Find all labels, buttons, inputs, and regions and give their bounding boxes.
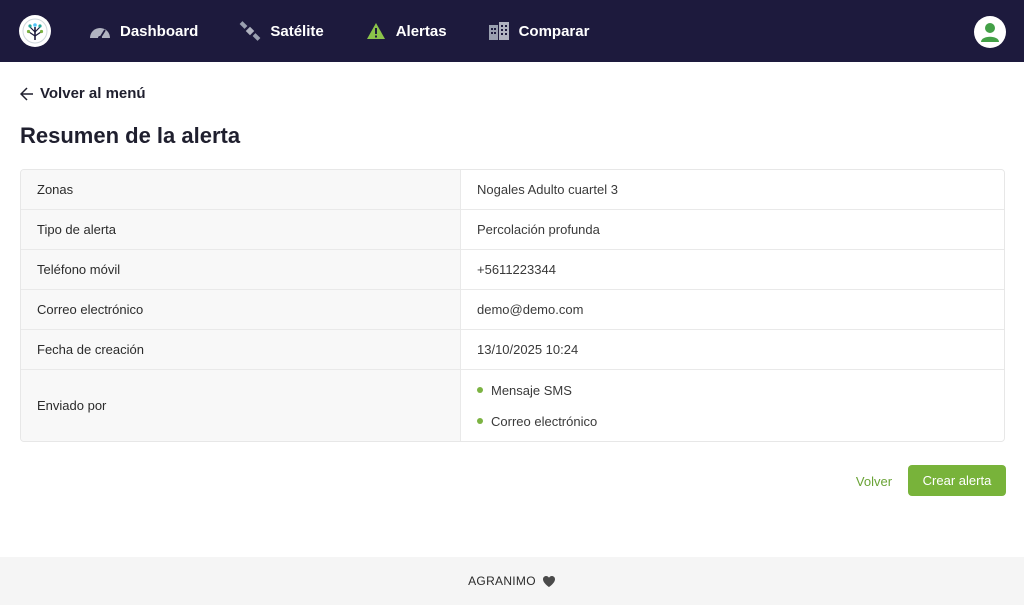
create-alert-button[interactable]: Crear alerta [908,465,1006,496]
sent-by-list: Mensaje SMS Correo electrónico [477,370,597,441]
row-label: Enviado por [21,370,461,441]
summary-row-zonas: Zonas Nogales Adulto cuartel 3 [21,170,1004,210]
top-navbar: Dashboard Satélite Alertas Comparar [0,0,1024,62]
row-value: Nogales Adulto cuartel 3 [461,170,1004,209]
satellite-icon [238,19,262,43]
row-label: Fecha de creación [21,330,461,369]
row-value: Percolación profunda [461,210,1004,249]
back-link-label: Volver al menú [40,85,146,102]
row-value: +5611223344 [461,250,1004,289]
warning-icon [364,19,388,43]
back-to-menu-link[interactable]: Volver al menú [20,85,146,102]
row-label: Correo electrónico [21,290,461,329]
list-item: Mensaje SMS [477,375,597,406]
tree-logo-icon [22,18,48,44]
nav-item-satelite[interactable]: Satélite [238,0,324,62]
sent-by-item-label: Mensaje SMS [491,382,572,398]
bullet-icon [477,387,483,393]
sent-by-item-label: Correo electrónico [491,413,598,429]
summary-row-tipo-alerta: Tipo de alerta Percolación profunda [21,210,1004,250]
nav-item-comparar[interactable]: Comparar [487,0,590,62]
nav-item-label: Dashboard [120,22,199,40]
nav-item-alertas[interactable]: Alertas [364,0,447,62]
row-label: Tipo de alerta [21,210,461,249]
nav-item-dashboard[interactable]: Dashboard [88,0,198,62]
nav-item-label: Alertas [395,22,447,40]
summary-row-enviado-por: Enviado por Mensaje SMS Correo electróni… [21,370,1004,441]
row-label: Teléfono móvil [21,250,461,289]
main-nav: Dashboard Satélite Alertas Comparar [88,0,629,62]
row-value: demo@demo.com [461,290,1004,329]
nav-item-label: Comparar [518,22,590,40]
user-icon [981,23,999,42]
gauge-icon [88,19,112,43]
row-label: Zonas [21,170,461,209]
back-button[interactable]: Volver [848,466,900,496]
alert-summary-table: Zonas Nogales Adulto cuartel 3 Tipo de a… [20,169,1005,442]
nav-item-label: Satélite [270,22,324,40]
list-item: Correo electrónico [477,406,597,437]
row-value: 13/10/2025 10:24 [461,330,1004,369]
row-value: Mensaje SMS Correo electrónico [461,370,1004,441]
app-logo[interactable] [19,15,51,47]
summary-row-telefono: Teléfono móvil +5611223344 [21,250,1004,290]
summary-row-fecha: Fecha de creación 13/10/2025 10:24 [21,330,1004,370]
footer: AGRANIMO [0,557,1024,605]
user-avatar[interactable] [974,16,1006,48]
footer-brand: AGRANIMO [468,574,536,588]
buildings-icon [487,19,511,43]
arrow-left-icon [20,86,33,101]
bullet-icon [477,418,483,424]
summary-row-correo: Correo electrónico demo@demo.com [21,290,1004,330]
heart-icon [542,575,555,587]
page-title: Resumen de la alerta [20,123,241,148]
